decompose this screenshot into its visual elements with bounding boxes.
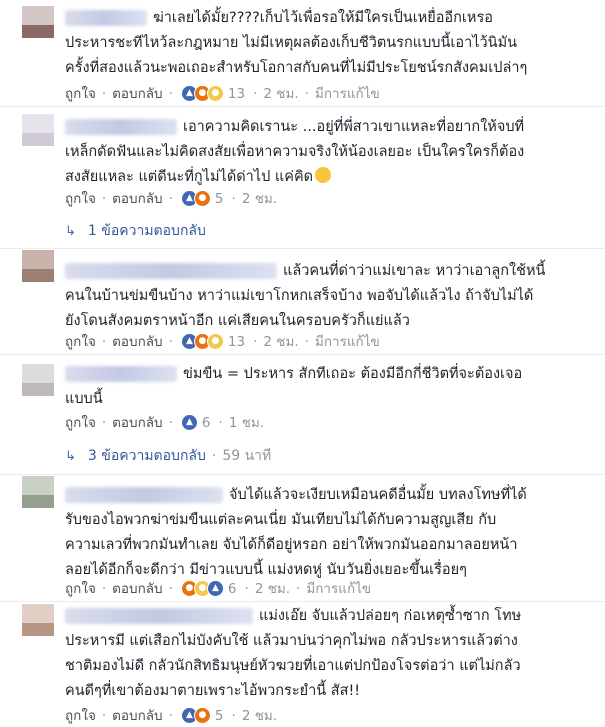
reactions[interactable]: ▲ ● ● [180,330,224,352]
replies-count[interactable]: 3 ข้อความตอบกลับ [88,448,206,464]
reply-arrow-icon: ↳ [65,224,76,239]
reply-button[interactable]: ตอบกลับ [112,415,162,431]
like-reaction-icon: ▲ [180,413,198,431]
reply-button[interactable]: ตอบกลับ [112,708,162,724]
divider [0,248,605,249]
reactions[interactable]: ▲ ● [180,704,211,726]
reaction-count: 5 [214,708,224,724]
comment-actions: ถูกใจ · ตอบกลับ · ▲ 6 · 1 ชม. [65,412,264,434]
reaction-count: 6 [201,415,211,431]
commenter-name-blurred[interactable] [65,119,177,135]
view-replies-link[interactable]: ↳ 3 ข้อความตอบกลับ · 59 นาที [65,445,271,467]
divider [0,354,605,355]
commenter-name-blurred[interactable] [65,263,277,279]
comment-actions: ถูกใจ · ตอบกลับ · ● ● ▲ 6 · 2 ชม. · มีการแก้ไข [65,578,371,600]
reactions[interactable]: ▲ ● [180,187,211,209]
like-button[interactable]: ถูกใจ [65,708,96,724]
reactions[interactable]: ▲ [180,411,198,433]
edited-label[interactable]: มีการแก้ไข [315,334,380,350]
comment-actions: ถูกใจ · ตอบกลับ · ▲ ● 5 · 2 ชม. [65,188,277,210]
edited-label[interactable]: มีการแก้ไข [315,86,380,102]
reply-button[interactable]: ตอบกลับ [112,191,162,207]
divider [0,106,605,107]
like-button[interactable]: ถูกใจ [65,86,96,102]
commenter-name-blurred[interactable] [65,608,253,624]
reaction-count: 5 [214,191,224,207]
like-button[interactable]: ถูกใจ [65,415,96,431]
reaction-count: 6 [227,581,237,597]
reactions[interactable]: ▲ ● ● [180,82,224,104]
replies-time: 59 นาที [222,448,272,464]
reply-button[interactable]: ตอบกลับ [112,86,162,102]
reaction-count: 13 [227,334,246,350]
comment-time[interactable]: 2 ชม. [242,708,277,724]
comment-actions: ถูกใจ · ตอบกลับ · ▲ ● ● 13 · 2 ชม. · มีการแก้ไข [65,83,380,105]
sad-reaction-icon: ● [206,84,224,102]
reaction-count: 13 [227,86,246,102]
grin-emoji-icon [315,167,332,183]
replies-count[interactable]: 1 ข้อความตอบกลับ [88,223,206,239]
comment-time[interactable]: 2 ชม. [263,334,298,350]
comment-time[interactable]: 2 ชม. [263,86,298,102]
avatar[interactable] [22,6,54,38]
avatar[interactable] [22,364,54,396]
reply-button[interactable]: ตอบกลับ [112,581,162,597]
comment-actions: ถูกใจ · ตอบกลับ · ▲ ● ● 13 · 2 ชม. · มีการแก้ไข [65,331,380,353]
angry-reaction-icon: ● [193,189,211,207]
avatar[interactable] [22,604,54,636]
reply-arrow-icon: ↳ [65,449,76,464]
like-button[interactable]: ถูกใจ [65,191,96,207]
divider [0,601,605,602]
angry-reaction-icon: ● [193,706,211,724]
comment-time[interactable]: 2 ชม. [255,581,290,597]
comment-time[interactable]: 2 ชม. [242,191,277,207]
like-reaction-icon: ▲ [206,579,224,597]
commenter-name-blurred[interactable] [65,366,177,382]
commenter-name-blurred[interactable] [65,487,223,503]
avatar[interactable] [22,114,54,146]
commenter-name-blurred[interactable] [65,10,147,26]
comment-actions: ถูกใจ · ตอบกลับ · ▲ ● 5 · 2 ชม. [65,705,277,727]
reactions[interactable]: ● ● ▲ [180,577,224,599]
like-button[interactable]: ถูกใจ [65,334,96,350]
comment-time[interactable]: 1 ชม. [229,415,264,431]
view-replies-link[interactable]: ↳ 1 ข้อความตอบกลับ [65,220,206,242]
sad-reaction-icon: ● [206,332,224,350]
divider [0,474,605,475]
reply-button[interactable]: ตอบกลับ [112,334,162,350]
avatar[interactable] [22,250,54,282]
edited-label[interactable]: มีการแก้ไข [306,581,371,597]
avatar[interactable] [22,476,54,508]
like-button[interactable]: ถูกใจ [65,581,96,597]
